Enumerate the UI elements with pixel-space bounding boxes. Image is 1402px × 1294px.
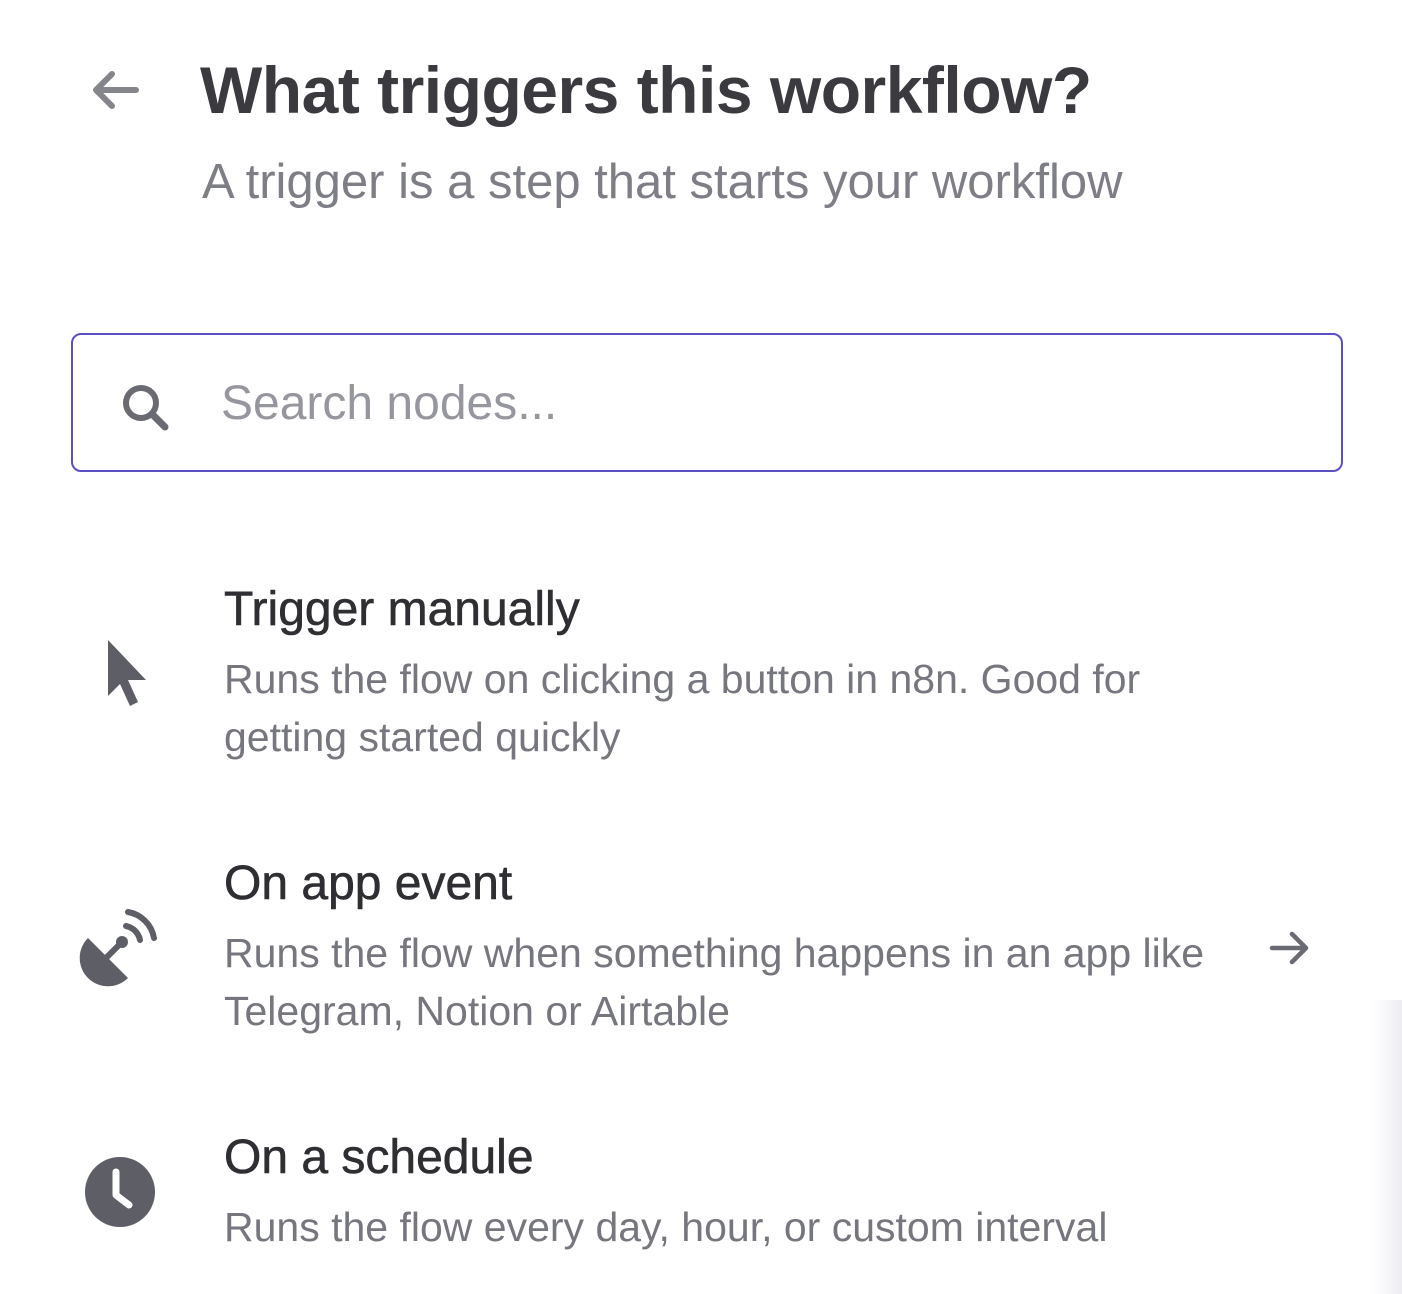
node-icon-wrapper xyxy=(78,904,162,988)
node-description: Runs the flow on clicking a button in n8… xyxy=(224,656,1141,760)
node-description: Runs the flow when something happens in … xyxy=(224,930,1205,1034)
page-title: What triggers this workflow? xyxy=(200,53,1092,127)
back-button[interactable] xyxy=(84,60,144,120)
page-subtitle: A trigger is a step that starts your wor… xyxy=(202,155,1123,209)
trigger-panel: What triggers this workflow? A trigger i… xyxy=(0,0,1402,1294)
node-item-on-app-event[interactable]: On app event Runs the flow when somethin… xyxy=(60,856,1340,1046)
search-icon xyxy=(123,385,169,431)
node-description: Runs the flow every day, hour, or custom… xyxy=(224,1204,1108,1250)
node-item-trigger-manually[interactable]: Trigger manually Runs the flow on clicki… xyxy=(60,582,1340,772)
arrow-left-icon xyxy=(93,71,139,109)
node-title: Trigger manually xyxy=(224,583,580,637)
clock-icon xyxy=(85,1157,155,1227)
search-input[interactable] xyxy=(221,365,1301,441)
arrow-right-icon xyxy=(1269,931,1309,965)
panel-header: What triggers this workflow? A trigger i… xyxy=(0,0,1402,240)
search-box[interactable] xyxy=(71,333,1343,472)
cursor-pointer-icon xyxy=(108,640,146,706)
satellite-dish-icon xyxy=(79,909,157,987)
node-title: On a schedule xyxy=(224,1131,534,1185)
node-icon-wrapper xyxy=(78,1150,162,1234)
node-item-on-a-schedule[interactable]: On a schedule Runs the flow every day, h… xyxy=(60,1130,1340,1280)
node-title: On app event xyxy=(224,857,513,911)
node-icon-wrapper xyxy=(78,632,162,716)
scroll-shadow xyxy=(1372,1000,1402,1294)
